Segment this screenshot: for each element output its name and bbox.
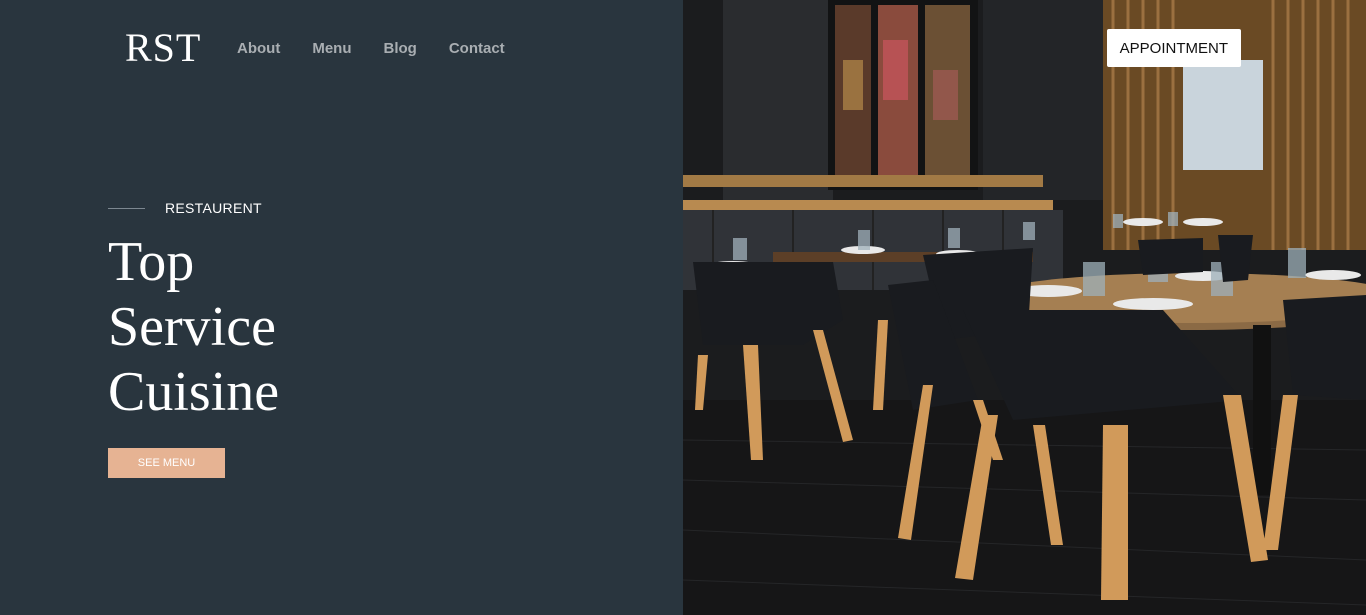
brand-logo[interactable]: RST xyxy=(125,26,201,70)
hero-title: Top Service Cuisine xyxy=(108,230,279,425)
hero-title-line: Service xyxy=(108,296,276,358)
hero-image: APPOINTMENT xyxy=(683,0,1366,615)
eyebrow-label: RESTAURENT xyxy=(165,200,262,216)
nav-item-contact[interactable]: Contact xyxy=(449,39,505,59)
nav-item-blog[interactable]: Blog xyxy=(384,39,417,59)
hero-eyebrow: RESTAURENT xyxy=(108,200,262,216)
appointment-button[interactable]: APPOINTMENT xyxy=(1106,29,1241,67)
see-menu-button[interactable]: SEE MENU xyxy=(108,448,225,478)
restaurant-interior-photo xyxy=(683,0,1366,615)
eyebrow-divider xyxy=(108,207,145,209)
nav-item-about[interactable]: About xyxy=(237,39,280,59)
hero-title-line: Cuisine xyxy=(108,361,280,423)
nav-item-menu[interactable]: Menu xyxy=(312,39,351,59)
hero-title-line: Top xyxy=(108,231,195,293)
main-nav: About Menu Blog Contact xyxy=(237,39,505,59)
hero-left-panel: RST About Menu Blog Contact RESTAURENT T… xyxy=(0,0,683,615)
